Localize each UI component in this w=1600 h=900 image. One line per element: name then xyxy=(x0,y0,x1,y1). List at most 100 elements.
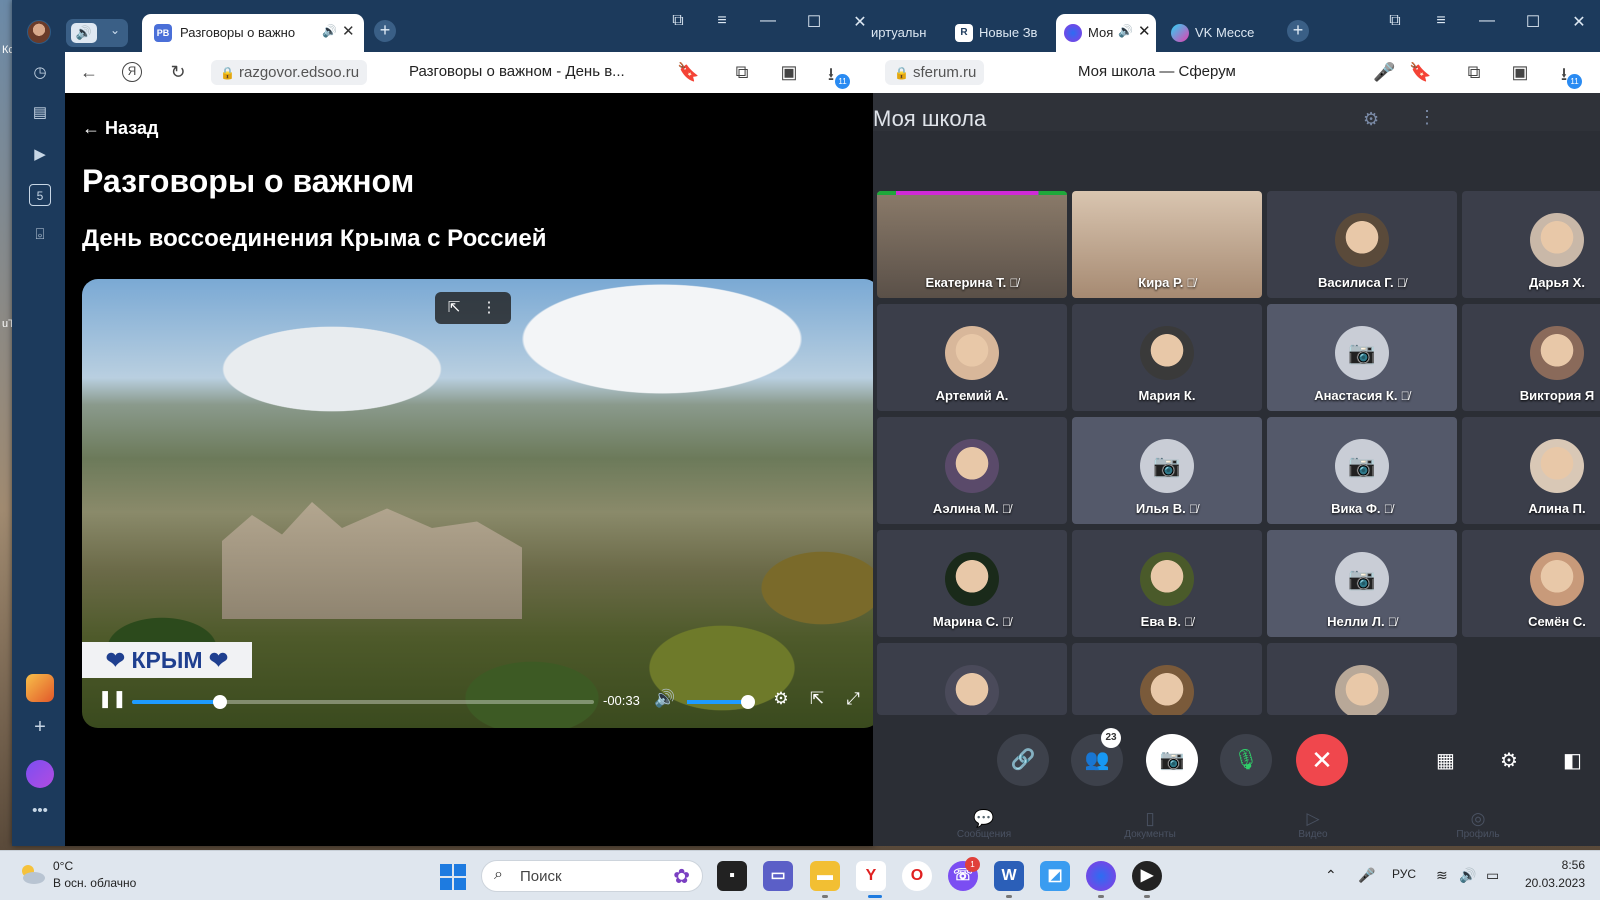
volume-slider[interactable] xyxy=(687,695,755,709)
volume-handle[interactable] xyxy=(740,695,755,709)
video-player-icon[interactable]: ▶ xyxy=(29,144,51,166)
minimize-call-icon[interactable]: ◧ xyxy=(1563,748,1582,773)
seek-bar[interactable] xyxy=(132,695,594,709)
gear-icon[interactable]: ⚙ xyxy=(1363,109,1379,130)
extension-icon[interactable]: ▣ xyxy=(1509,62,1531,83)
tab-manager-icon[interactable]: ⧉ xyxy=(666,12,690,30)
seek-handle[interactable] xyxy=(212,695,227,709)
windows-start-icon[interactable] xyxy=(440,864,466,890)
new-tab-button[interactable]: + xyxy=(374,20,396,42)
participant-tile[interactable]: Виктория Я xyxy=(1462,304,1600,411)
participant-tile[interactable] xyxy=(1267,643,1457,715)
history-icon[interactable]: ◷ xyxy=(29,62,51,84)
bookmark-icon[interactable]: 🔖 xyxy=(677,62,699,83)
clock-time[interactable]: 8:56 xyxy=(1535,858,1585,872)
participant-tile[interactable]: Мария К. xyxy=(1072,304,1262,411)
chevron-up-icon[interactable]: ⌃ xyxy=(1325,867,1337,884)
participant-tile[interactable]: 📷 Нелли Л. 🎙̸ xyxy=(1267,530,1457,637)
tab-documents[interactable]: ▯ Документы xyxy=(1105,809,1195,840)
close-window-button[interactable]: ✕ xyxy=(1567,12,1591,32)
tab-close-icon[interactable]: ✕ xyxy=(342,22,355,40)
alice-assistant-icon[interactable] xyxy=(26,760,54,788)
profile-avatar[interactable] xyxy=(27,20,51,44)
tab-audio-icon[interactable]: 🔊 xyxy=(322,24,337,38)
pause-icon[interactable]: ❚❚ xyxy=(98,689,127,709)
photos-icon[interactable]: ◩ xyxy=(1040,861,1070,891)
layout-icon[interactable]: ▦ xyxy=(1436,748,1455,773)
mail-app-icon[interactable] xyxy=(26,674,54,702)
more-icon[interactable]: ••• xyxy=(29,800,51,822)
settings-gear-icon[interactable]: ⚙ xyxy=(770,689,792,709)
tab-video[interactable]: ▷ Видео xyxy=(1268,809,1358,840)
microphone-button[interactable]: 🎙 xyxy=(1220,734,1272,786)
volume-tray-icon[interactable]: 🔊 xyxy=(1459,867,1476,884)
translate-icon[interactable]: ⧉ xyxy=(731,62,753,83)
participant-tile[interactable]: 📷 Илья В. 🎙̸ xyxy=(1072,417,1262,524)
menu-icon[interactable]: ≡ xyxy=(710,12,734,30)
participant-tile[interactable] xyxy=(1072,643,1262,715)
close-window-button[interactable]: ✕ xyxy=(848,12,872,32)
taskbar-search[interactable]: ⌕ Поиск ✿ xyxy=(481,860,703,892)
participant-tile[interactable]: Марина С. 🎙̸ xyxy=(877,530,1067,637)
menu-icon[interactable]: ≡ xyxy=(1429,12,1453,30)
media-player-icon[interactable]: ▶ xyxy=(1132,861,1162,891)
tab-razgovory[interactable]: РВ Разговоры о важно 🔊 ✕ xyxy=(142,14,364,52)
fullscreen-icon[interactable]: ⤢ xyxy=(842,689,864,709)
video-player[interactable]: ⇱ ⋮ ❤ КРЫМ ❤ ❚❚ -00:33 🔊 ⚙ ⇱ ⤢ xyxy=(82,279,880,728)
link-button[interactable]: 🔗 xyxy=(997,734,1049,786)
participant-tile[interactable] xyxy=(877,643,1067,715)
popout-icon[interactable]: ⇱ xyxy=(806,689,828,709)
participant-tile[interactable]: Аэлина М. 🎙̸ xyxy=(877,417,1067,524)
tab-messages[interactable]: 💬 Сообщения xyxy=(939,809,1029,840)
file-explorer-icon[interactable]: ▬ xyxy=(810,861,840,891)
collections-icon[interactable]: ▤ xyxy=(29,102,51,124)
url-field[interactable]: 🔒 sferum.ru xyxy=(885,60,985,85)
clock-date[interactable]: 20.03.2023 xyxy=(1510,876,1585,890)
back-link[interactable]: ← Назад xyxy=(82,118,158,139)
participant-tile[interactable]: Семён С. xyxy=(1462,530,1600,637)
wifi-icon[interactable]: ≋ xyxy=(1436,867,1448,884)
tab-profile[interactable]: ◎ Профиль xyxy=(1433,809,1523,840)
participant-tile[interactable]: Кира Р. 🎙̸ xyxy=(1072,191,1262,298)
more-vertical-icon[interactable]: ⋮ xyxy=(479,298,499,316)
sferum-app-icon[interactable] xyxy=(1086,861,1116,891)
maximize-button[interactable]: ☐ xyxy=(1521,12,1545,32)
participant-tile[interactable]: 📷 Анастасия К. 🎙̸ xyxy=(1267,304,1457,411)
url-field[interactable]: 🔒 razgovor.edsoo.ru xyxy=(211,60,368,85)
battery-icon[interactable]: ▭ xyxy=(1486,867,1499,884)
minimize-button[interactable]: — xyxy=(756,12,780,30)
add-icon[interactable]: + xyxy=(29,716,51,738)
minimize-button[interactable]: — xyxy=(1475,12,1499,30)
translate-icon[interactable]: ⧉ xyxy=(1463,62,1485,83)
participant-tile[interactable]: Алина П. xyxy=(1462,417,1600,524)
tab-virtual[interactable]: иртуальн xyxy=(871,14,943,52)
back-arrow-icon[interactable]: ← xyxy=(78,62,100,83)
camera-off-button[interactable]: 📷 xyxy=(1146,734,1198,786)
tab-audio-icon[interactable]: 🔊 xyxy=(1118,24,1133,38)
microphone-tray-icon[interactable]: 🎤 xyxy=(1358,867,1375,884)
participant-tile[interactable]: 📷 Вика Ф. 🎙̸ xyxy=(1267,417,1457,524)
weather-temperature[interactable]: 0°C xyxy=(53,859,73,873)
yandex-icon[interactable]: Я xyxy=(122,62,142,82)
cloud-icon[interactable] xyxy=(18,862,46,886)
share-icon[interactable]: ⇱ xyxy=(444,298,464,316)
media-sound-chip[interactable]: 🔊 ⌄ xyxy=(66,19,128,47)
sidebar-badge-icon[interactable]: 5 xyxy=(29,184,51,206)
maximize-button[interactable]: ☐ xyxy=(802,12,826,32)
participant-tile[interactable]: Екатерина Т. 🎙̸ xyxy=(877,191,1067,298)
tab-close-icon[interactable]: ✕ xyxy=(1138,22,1151,40)
volume-icon[interactable]: 🔊 xyxy=(654,689,676,709)
participant-tile[interactable]: Артемий А. xyxy=(877,304,1067,411)
word-icon[interactable]: W xyxy=(994,861,1024,891)
screenshot-icon[interactable]: ⌻ xyxy=(29,224,51,246)
task-view-icon[interactable]: ▪ xyxy=(717,861,747,891)
participant-tile[interactable]: Василиса Г. 🎙̸ xyxy=(1267,191,1457,298)
participants-button[interactable]: 👥 23 xyxy=(1071,728,1123,786)
call-settings-icon[interactable]: ⚙ xyxy=(1500,748,1518,773)
tab-sferum[interactable]: Моя 🔊 ✕ xyxy=(1056,14,1156,52)
tab-manager-icon[interactable]: ⧉ xyxy=(1383,12,1407,30)
yandex-browser-icon[interactable]: Y xyxy=(856,861,886,891)
reload-icon[interactable]: ↻ xyxy=(167,62,189,83)
end-call-button[interactable]: ✕ xyxy=(1296,734,1348,786)
extension-icon[interactable]: ▣ xyxy=(778,62,800,83)
